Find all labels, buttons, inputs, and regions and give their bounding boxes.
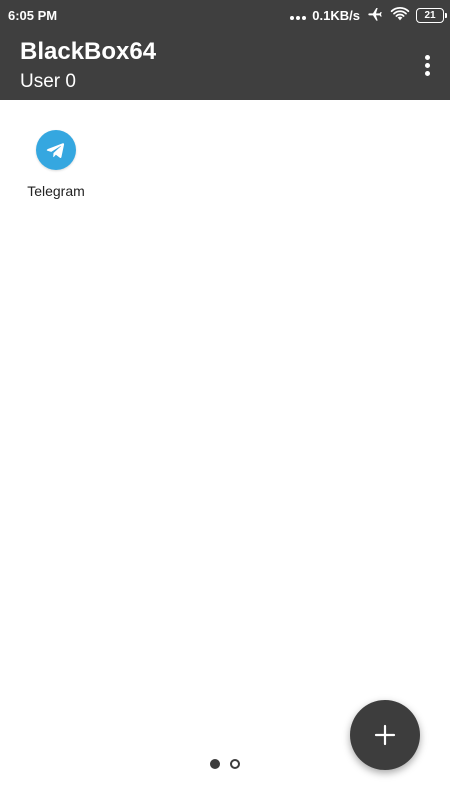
page-dot-inactive[interactable]	[230, 759, 240, 769]
telegram-icon	[36, 130, 76, 170]
battery-level: 21	[424, 9, 436, 21]
app-title: BlackBox64	[20, 38, 157, 65]
airplane-icon	[366, 6, 384, 25]
add-app-button[interactable]	[350, 700, 420, 770]
screen: 6:05 PM 0.1KB/s 21 BlackBox64 User 0 Tel…	[0, 0, 450, 800]
wifi-icon	[390, 6, 410, 25]
status-time: 6:05 PM	[8, 8, 58, 23]
app-label: Telegram	[27, 183, 85, 199]
status-bar: 6:05 PM 0.1KB/s 21	[0, 0, 450, 30]
battery-icon: 21	[416, 7, 447, 23]
page-dot-active[interactable]	[210, 759, 220, 769]
plus-icon	[374, 724, 396, 746]
overflow-menu-icon[interactable]	[416, 50, 438, 80]
status-icons: 0.1KB/s 21	[290, 5, 447, 25]
app-bar: BlackBox64 User 0	[0, 30, 450, 100]
network-speed: 0.1KB/s	[312, 7, 360, 23]
signal-dots-icon	[290, 16, 307, 20]
app-tile-telegram[interactable]: Telegram	[18, 124, 94, 199]
user-subtitle: User 0	[20, 71, 76, 92]
